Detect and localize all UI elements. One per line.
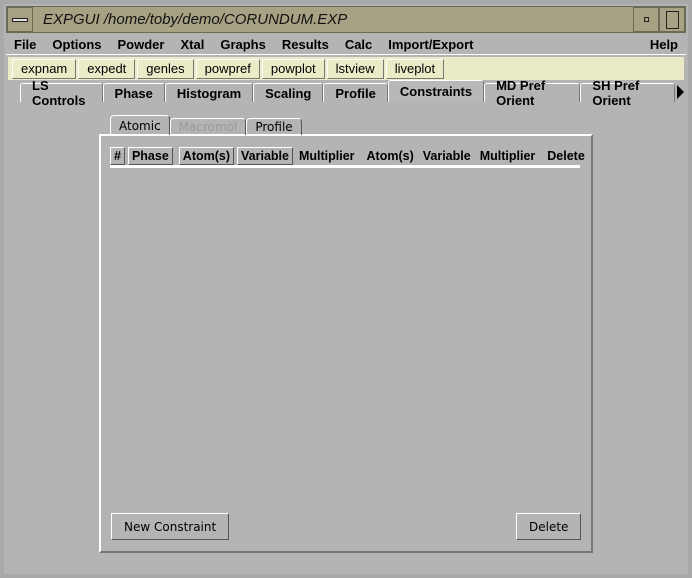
subtab-macromol: Macromol	[169, 118, 247, 135]
tab-md-pref-orient[interactable]: MD Pref Orient	[484, 78, 581, 108]
menu-calc[interactable]: Calc	[337, 37, 380, 52]
lstview-button[interactable]: lstview	[326, 58, 384, 79]
tab-scaling[interactable]: Scaling	[253, 83, 324, 102]
col-delete: Delete	[547, 148, 585, 163]
subtab-atomic[interactable]: Atomic	[110, 115, 170, 135]
minimize-button[interactable]	[633, 7, 659, 32]
col-multiplier: Multiplier	[298, 148, 355, 163]
genles-button[interactable]: genles	[137, 58, 194, 79]
col-number-button[interactable]: #	[110, 146, 125, 165]
scroll-right-icon[interactable]	[677, 85, 684, 99]
col-variable-button[interactable]: Variable	[237, 146, 293, 165]
powpref-button[interactable]: powpref	[195, 58, 260, 79]
liveplot-button[interactable]: liveplot	[385, 58, 445, 79]
constraint-subtabs: Atomic Macromol Profile	[110, 115, 302, 135]
powplot-button[interactable]: powplot	[261, 58, 325, 79]
window-title: EXPGUI /home/toby/demo/CORUNDUM.EXP	[43, 11, 348, 28]
col-phase-button[interactable]: Phase	[127, 146, 173, 165]
menu-import-export[interactable]: Import/Export	[380, 37, 481, 52]
col-atoms-2: Atom(s)	[366, 148, 414, 163]
menu-file[interactable]: File	[6, 37, 44, 52]
menu-powder[interactable]: Powder	[110, 37, 173, 52]
menu-graphs[interactable]: Graphs	[212, 37, 274, 52]
menu-results[interactable]: Results	[274, 37, 337, 52]
tab-histogram[interactable]: Histogram	[164, 83, 254, 102]
title-bar[interactable]: EXPGUI /home/toby/demo/CORUNDUM.EXP	[6, 6, 686, 33]
expedt-button[interactable]: expedt	[78, 58, 136, 79]
toolbar: expnam expedt genles powpref powplot lst…	[8, 57, 684, 80]
maximize-button[interactable]	[659, 7, 685, 32]
new-constraint-button[interactable]: New Constraint	[111, 513, 230, 540]
menu-bar: File Options Powder Xtal Graphs Results …	[6, 34, 686, 55]
minimize-icon	[643, 17, 649, 22]
window-menu-icon	[12, 17, 28, 22]
tab-ls-controls[interactable]: LS Controls	[20, 78, 103, 108]
expnam-button[interactable]: expnam	[12, 58, 77, 79]
tab-profile[interactable]: Profile	[323, 83, 388, 102]
maximize-icon	[665, 10, 679, 29]
tab-phase[interactable]: Phase	[102, 83, 165, 102]
constraint-header-row: # Phase Atom(s) Variable Multiplier Atom…	[110, 146, 585, 168]
menu-options[interactable]: Options	[44, 37, 109, 52]
menu-help[interactable]: Help	[642, 37, 686, 52]
main-tabs: LS Controls Phase Histogram Scaling Prof…	[8, 78, 684, 108]
subtab-profile[interactable]: Profile	[246, 118, 302, 135]
constraints-panel	[99, 134, 593, 553]
col-atoms-button[interactable]: Atom(s)	[178, 146, 235, 165]
delete-button[interactable]: Delete	[516, 513, 582, 540]
col-variable-2: Variable	[422, 148, 471, 163]
window-menu-button[interactable]	[7, 7, 33, 32]
tab-constraints[interactable]: Constraints	[387, 80, 485, 102]
col-multiplier-2: Multiplier	[479, 148, 536, 163]
tab-sh-pref-orient[interactable]: SH Pref Orient	[580, 78, 675, 108]
menu-xtal[interactable]: Xtal	[172, 37, 212, 52]
